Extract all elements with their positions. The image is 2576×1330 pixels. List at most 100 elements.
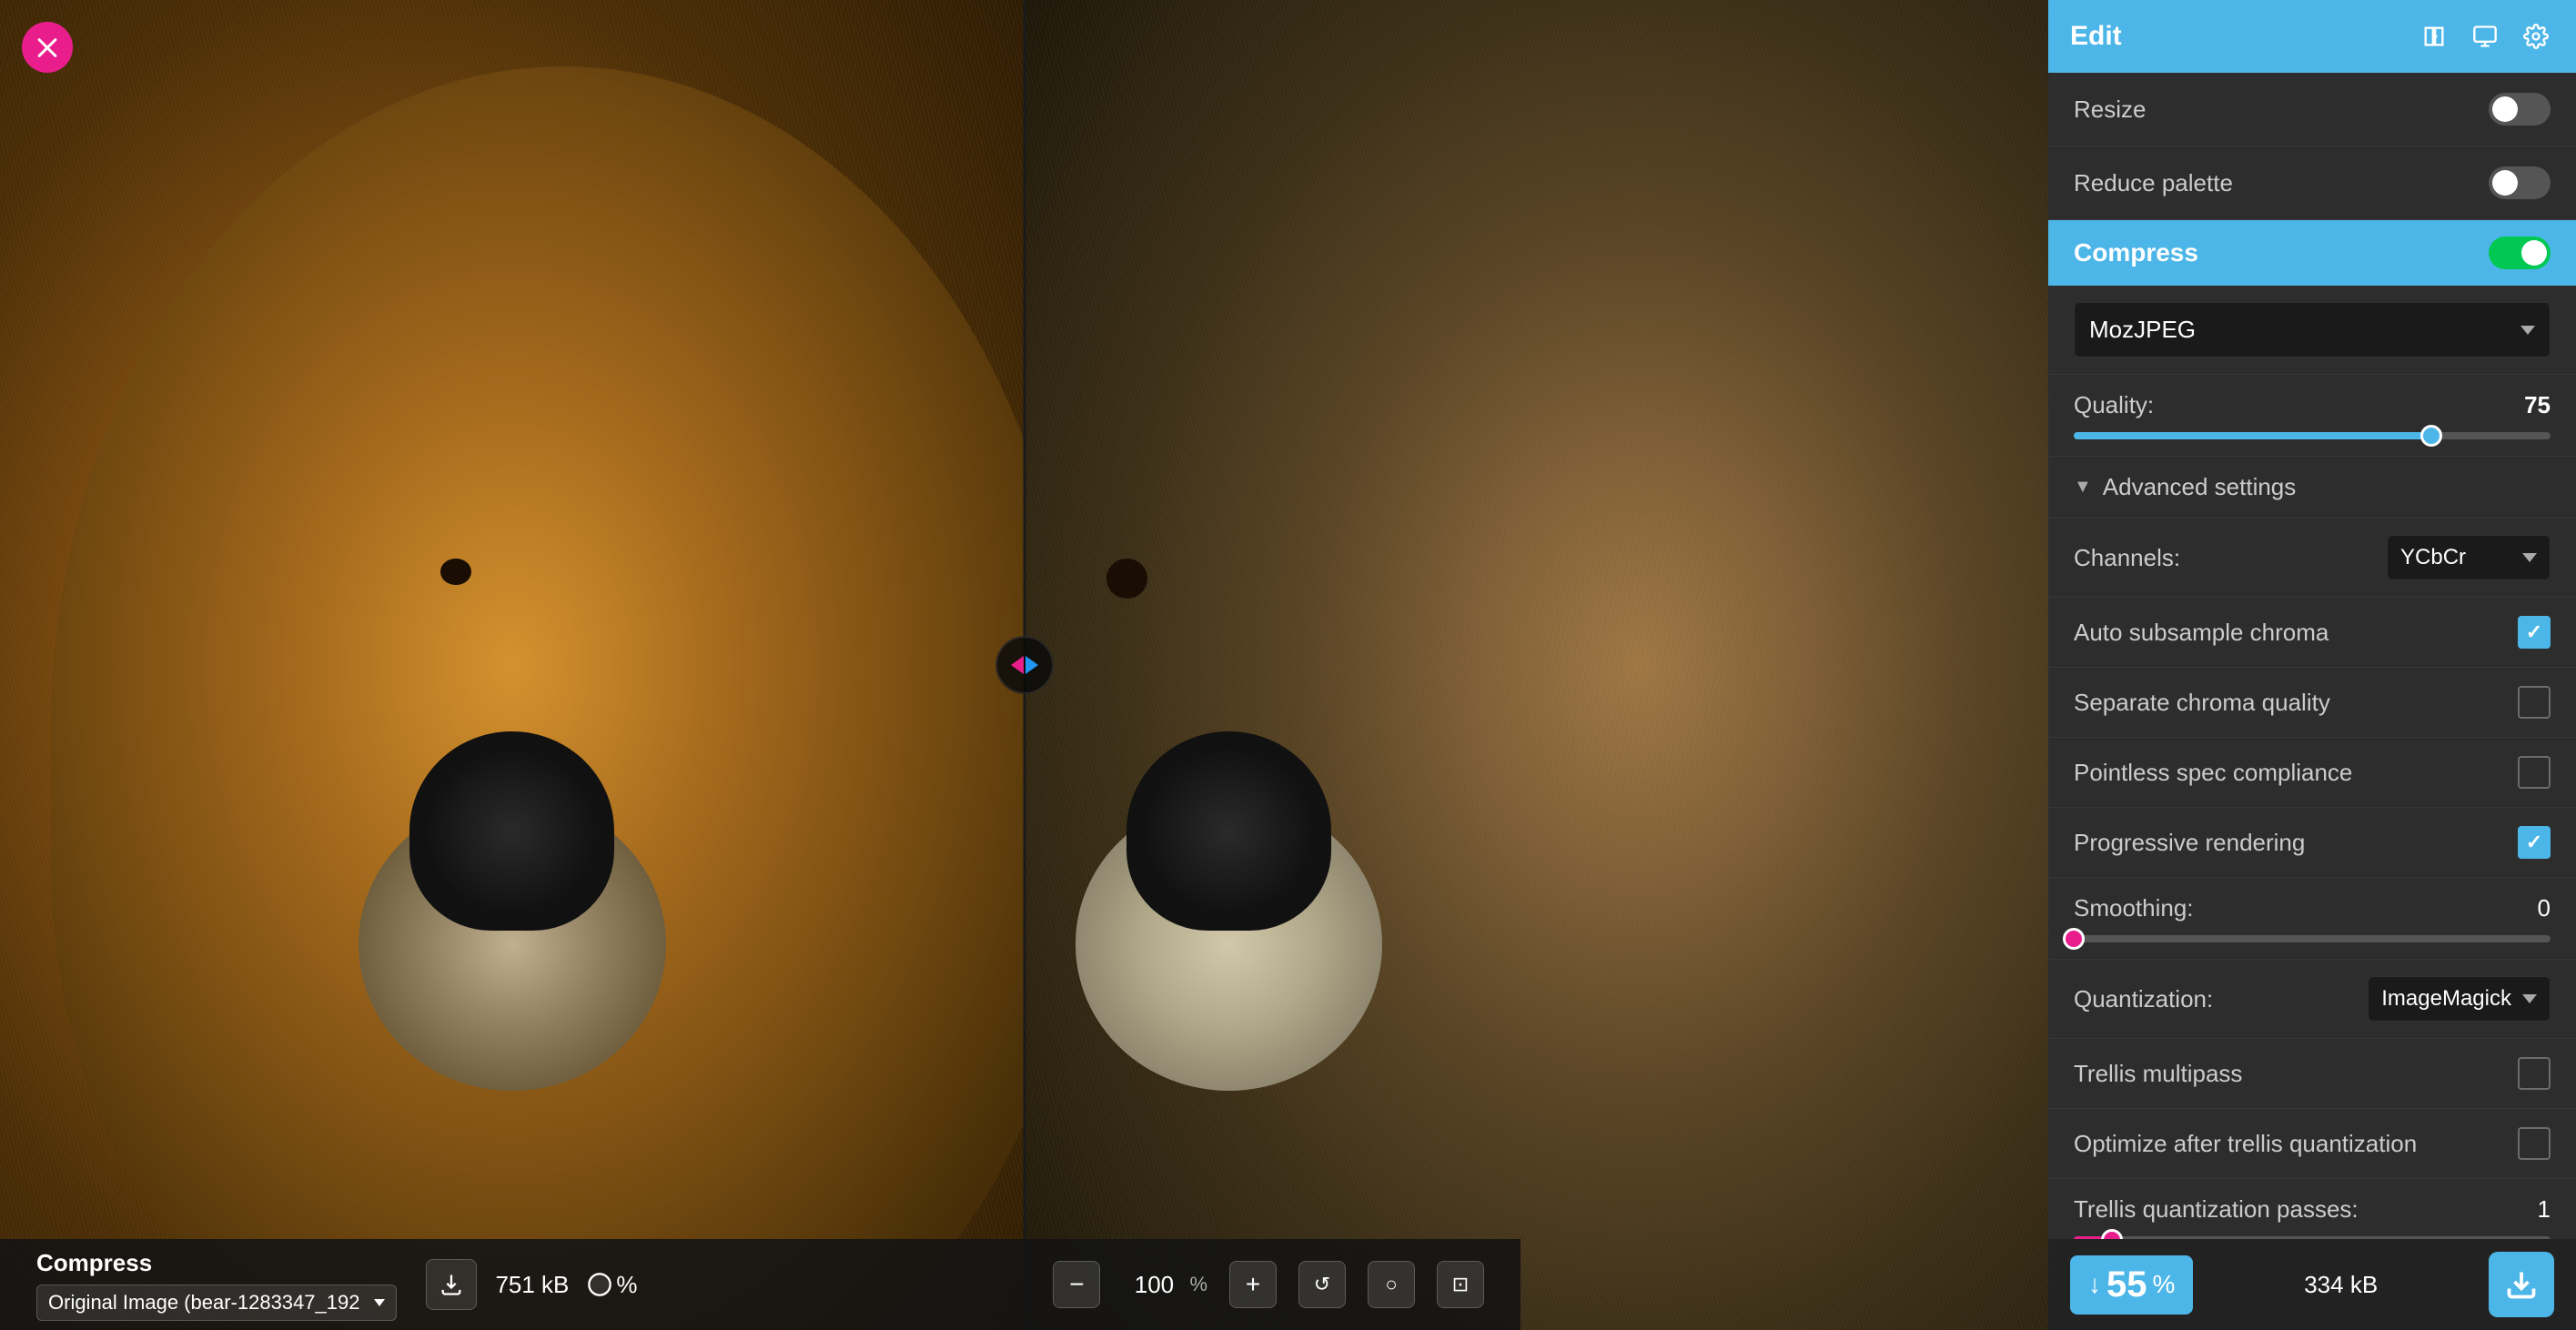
quality-slider-track[interactable] (2074, 432, 2551, 439)
codec-value: MozJPEG (2089, 316, 2196, 344)
final-download-button[interactable] (2489, 1252, 2554, 1317)
split-view-icon[interactable] (2416, 18, 2452, 55)
reduce-palette-toggle[interactable] (2489, 166, 2551, 199)
smoothing-slider-thumb[interactable] (2063, 928, 2085, 950)
quality-slider-thumb[interactable] (2420, 425, 2442, 447)
passes-value: 1 (2538, 1195, 2551, 1224)
quantization-dropdown[interactable]: ImageMagick (2368, 976, 2551, 1022)
download-button[interactable] (426, 1259, 477, 1310)
savings-percent: 55 (2106, 1265, 2147, 1305)
compress-panel: Compress Original Image (bear-1283347_19… (36, 1249, 397, 1321)
channels-row: Channels: YCbCr (2048, 519, 2576, 598)
savings-down-icon: ↓ (2088, 1270, 2101, 1299)
progressive-rendering-row: Progressive rendering (2048, 808, 2576, 878)
compress-toggle[interactable] (2489, 237, 2551, 269)
channels-value: YCbCr (2400, 545, 2466, 570)
optimize-trellis-checkbox[interactable] (2518, 1127, 2551, 1160)
bottom-left-actions: 751 kB % (426, 1259, 637, 1310)
codec-dropdown-arrow-icon (2520, 326, 2535, 335)
pointless-spec-row: Pointless spec compliance (2048, 738, 2576, 808)
quality-slider-fill (2074, 432, 2431, 439)
original-image (0, 0, 1025, 1330)
smoothing-value: 0 (2538, 894, 2551, 922)
right-panel: Edit Resize (2048, 0, 2576, 1330)
smoothing-row: Smoothing: 0 (2048, 878, 2576, 960)
codec-dropdown[interactable]: MozJPEG (2074, 302, 2551, 358)
quantization-dropdown-arrow-icon (2522, 994, 2537, 1003)
close-button[interactable] (22, 22, 73, 73)
bear-eye-right (1106, 559, 1147, 599)
quality-value: 75 (2524, 391, 2551, 419)
compress-section-header: Compress (2048, 220, 2576, 286)
reduce-palette-row: Reduce palette (2048, 146, 2576, 220)
channels-label: Channels: (2074, 544, 2180, 572)
display-icon[interactable] (2467, 18, 2503, 55)
zoom-in-button[interactable]: + (1229, 1261, 1277, 1308)
auto-subsample-checkbox[interactable] (2518, 616, 2551, 649)
image-comparison-area: Compress Original Image (bear-1283347_19… (0, 0, 2048, 1330)
separate-chroma-label: Separate chroma quality (2074, 689, 2330, 717)
separate-chroma-checkbox[interactable] (2518, 686, 2551, 719)
layout-button[interactable]: ⊡ (1437, 1261, 1484, 1308)
optimize-trellis-row: Optimize after trellis quantization (2048, 1109, 2576, 1179)
zoom-controls: − 100 % + ↺ ○ ⊡ (1053, 1261, 1484, 1308)
zoom-unit: % (1189, 1273, 1207, 1296)
percent-badge: % (587, 1271, 637, 1299)
bottom-action-bar: ↓ 55 % 334 kB (2048, 1239, 2576, 1330)
passes-label: Trellis quantization passes: (2074, 1195, 2359, 1224)
auto-subsample-row: Auto subsample chroma (2048, 598, 2576, 668)
codec-select-row: MozJPEG (2048, 286, 2576, 375)
pointless-spec-label: Pointless spec compliance (2074, 759, 2352, 787)
zoom-out-button[interactable]: − (1053, 1261, 1100, 1308)
bear-head-left (51, 66, 1024, 1330)
progressive-rendering-checkbox[interactable] (2518, 826, 2551, 859)
quantization-value: ImageMagick (2381, 986, 2511, 1012)
zoom-value: 100 (1122, 1271, 1186, 1299)
progressive-rendering-label: Progressive rendering (2074, 829, 2305, 857)
quantization-row: Quantization: ImageMagick (2048, 960, 2576, 1039)
file-size-label: 751 kB (495, 1271, 569, 1299)
trellis-multipass-checkbox[interactable] (2518, 1057, 2551, 1090)
compress-section-title: Compress (2074, 238, 2198, 267)
edit-header: Edit (2048, 0, 2576, 73)
output-size: 334 kB (2304, 1271, 2378, 1299)
advanced-chevron-icon: ▼ (2074, 477, 2092, 498)
compress-panel-title: Compress (36, 1249, 397, 1277)
channels-dropdown[interactable]: YCbCr (2387, 535, 2551, 580)
image-selector[interactable]: Original Image (bear-1283347_192 (36, 1285, 397, 1321)
image-selector-label: Original Image (bear-1283347_192 (48, 1291, 359, 1315)
image-selector-arrow-icon (374, 1299, 385, 1306)
savings-badge: ↓ 55 % (2070, 1255, 2193, 1315)
savings-percent-sign: % (2153, 1270, 2176, 1299)
resize-row: Resize (2048, 73, 2576, 146)
quantization-label: Quantization: (2074, 985, 2213, 1013)
settings-icon[interactable] (2518, 18, 2554, 55)
smoothing-slider-track[interactable] (2074, 935, 2551, 942)
edit-title: Edit (2070, 21, 2122, 52)
zoom-reset-button[interactable]: ↺ (1298, 1261, 1346, 1308)
resize-toggle[interactable] (2489, 93, 2551, 126)
advanced-settings-header[interactable]: ▼ Advanced settings (2048, 457, 2576, 519)
bear-nose-right (1126, 731, 1331, 931)
trellis-multipass-row: Trellis multipass (2048, 1039, 2576, 1109)
quality-label: Quality: (2074, 391, 2154, 419)
split-handle[interactable] (995, 636, 1054, 694)
channels-dropdown-arrow-icon (2522, 553, 2537, 562)
optimize-trellis-label: Optimize after trellis quantization (2074, 1130, 2417, 1158)
separate-chroma-row: Separate chroma quality (2048, 668, 2576, 738)
arrow-left-icon (1011, 656, 1024, 674)
fit-button[interactable]: ○ (1368, 1261, 1415, 1308)
resize-label: Resize (2074, 96, 2146, 124)
arrow-right-icon (1025, 656, 1038, 674)
percent-label: % (616, 1271, 637, 1299)
pointless-spec-checkbox[interactable] (2518, 756, 2551, 789)
trellis-multipass-label: Trellis multipass (2074, 1060, 2242, 1088)
advanced-settings-title: Advanced settings (2103, 473, 2296, 501)
reduce-palette-label: Reduce palette (2074, 169, 2233, 197)
zoom-level-display: 100 % (1122, 1271, 1207, 1299)
auto-subsample-label: Auto subsample chroma (2074, 619, 2329, 647)
bear-nose-left (409, 731, 614, 931)
percent-icon (587, 1272, 612, 1297)
edit-header-actions (2416, 18, 2554, 55)
bear-eye (440, 559, 471, 585)
